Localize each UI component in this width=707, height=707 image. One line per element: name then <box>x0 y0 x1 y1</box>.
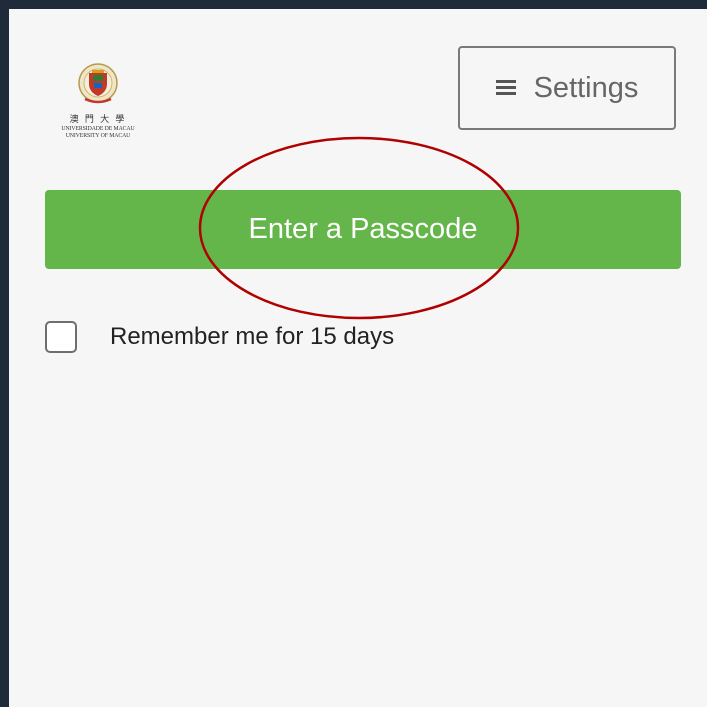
remember-me-row[interactable]: Remember me for 15 days <box>45 321 394 353</box>
menu-icon <box>495 80 516 96</box>
remember-me-checkbox[interactable] <box>45 321 77 353</box>
enter-passcode-button[interactable]: Enter a Passcode <box>45 190 681 269</box>
remember-me-label: Remember me for 15 days <box>110 323 395 350</box>
login-panel: 澳 門 大 學 UNIVERSIDADE DE MACAU UNIVERSITY… <box>9 9 707 707</box>
logo-portuguese-name: UNIVERSIDADE DE MACAU <box>61 126 135 132</box>
logo-english-name: UNIVERSITY OF MACAU <box>65 133 131 139</box>
logo-chinese-name: 澳 門 大 學 <box>69 114 127 124</box>
university-logo: 澳 門 大 學 UNIVERSIDADE DE MACAU UNIVERSITY… <box>59 61 137 151</box>
enter-passcode-label: Enter a Passcode <box>248 213 478 245</box>
settings-button[interactable]: Settings <box>458 46 676 130</box>
university-crest-icon <box>78 63 118 104</box>
settings-label: Settings <box>533 71 639 104</box>
